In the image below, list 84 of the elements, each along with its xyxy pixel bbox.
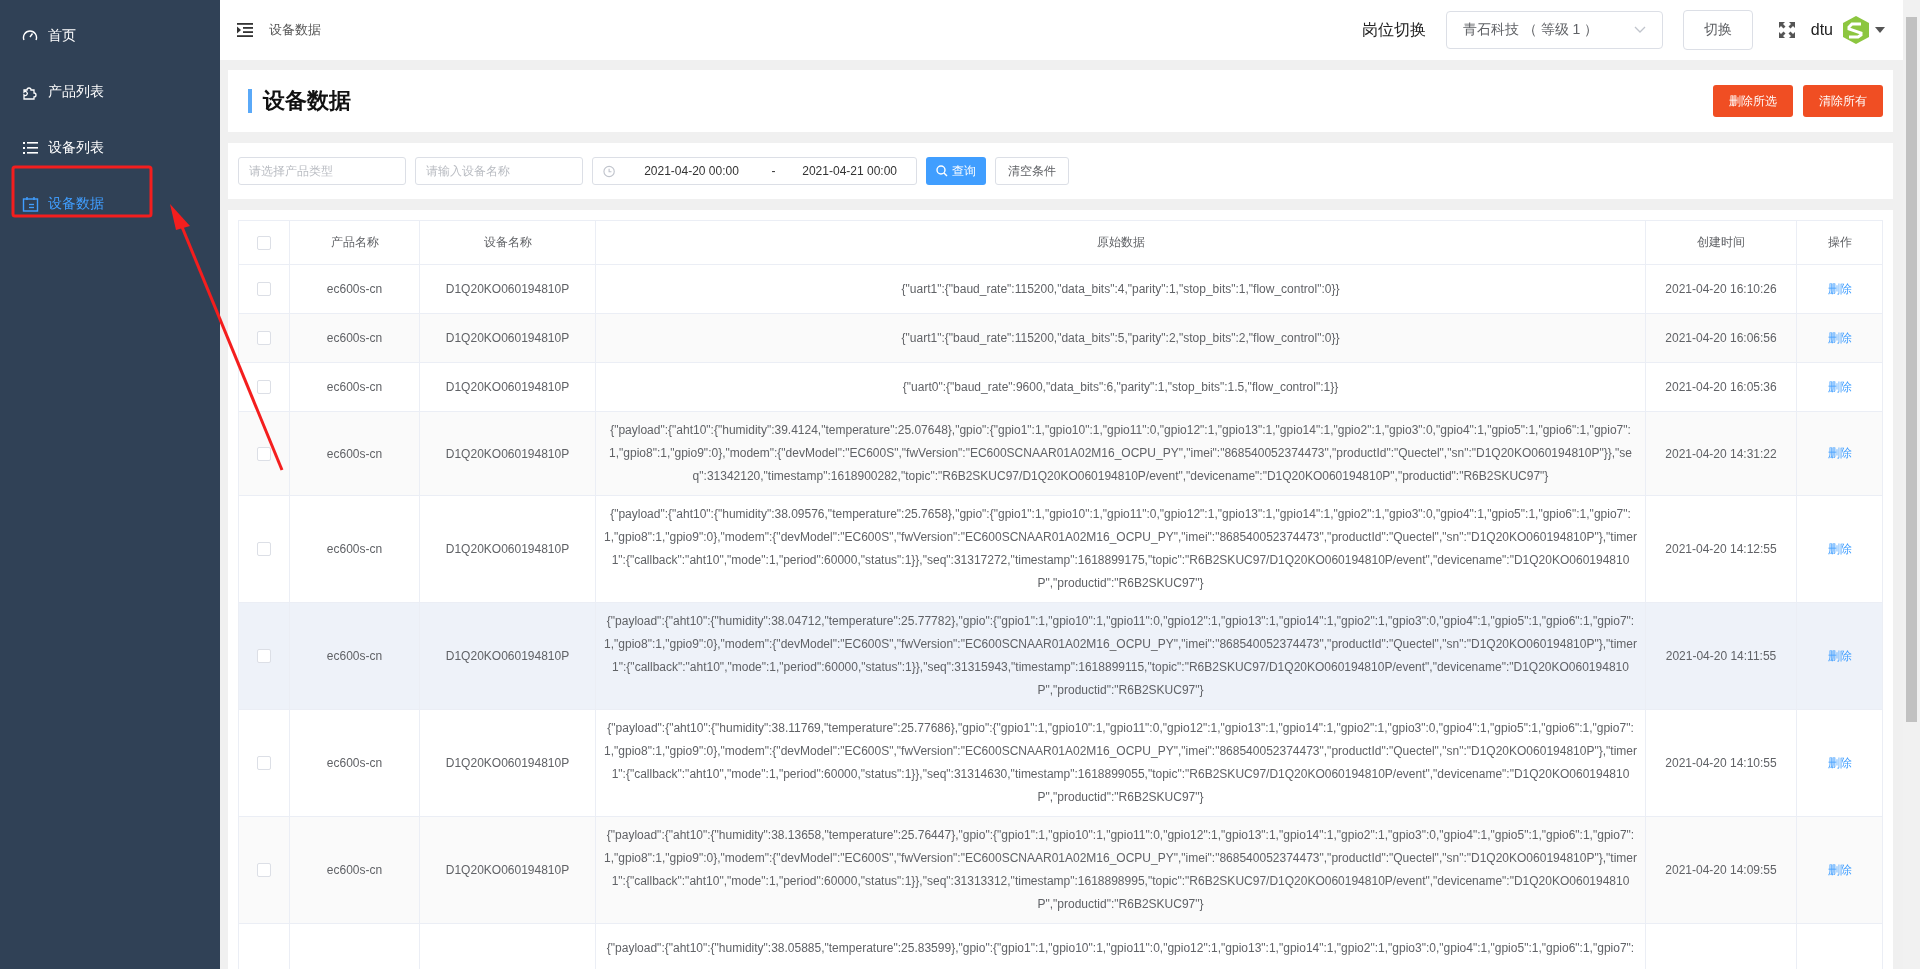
clock-icon: [603, 164, 616, 178]
table-cell: D1Q20KO060194810P: [445, 756, 570, 770]
table-cell: ec600s-cn: [326, 331, 383, 345]
scroll-thumb[interactable]: [1906, 17, 1917, 722]
clear-button[interactable]: 清空条件: [995, 157, 1069, 185]
delete-link[interactable]: 删除: [1827, 379, 1852, 394]
scrollbar[interactable]: [1903, 0, 1920, 969]
table-cell: D1Q20KO060194810P: [445, 380, 570, 394]
menu-fold-icon: [237, 23, 253, 37]
table-cell: 2021-04-20 16:10:26: [1665, 282, 1777, 296]
delete-link[interactable]: 删除: [1827, 755, 1852, 770]
delete-link[interactable]: 删除: [1827, 648, 1852, 663]
table-cell-text: {"uart1":{"baud_rate":115200,"data_bits":4,"parity":1,"stop_bits":1,"flow_control":0}}: [900, 280, 1341, 298]
table-cell: 2021-04-20 14:31:22: [1665, 446, 1777, 461]
role-select[interactable]: 青石科技 （ 等级 1 ）: [1445, 11, 1663, 49]
sidebar-item[interactable]: 设备列表: [0, 120, 220, 176]
table-cell: ec600s-cn: [326, 380, 383, 394]
fullscreen-icon: [1778, 22, 1795, 38]
switch-button[interactable]: 切换: [1682, 10, 1753, 50]
table-cell-text: {"uart0":{"baud_rate":9600,"data_bits":6,"parity":1,"stop_bits":1.5,"flow_control":1}}: [901, 378, 1340, 396]
role-label: 岗位切换: [1361, 19, 1426, 40]
checkbox[interactable]: [257, 649, 271, 664]
search-icon: [936, 165, 948, 177]
table-cell-text: {"payload":{"aht10":{"humidity":38.11769,"temperature":25.77686},"gpio":{"gpio1":1,"gpio10":1,"gpio11":0,"gpio12":1,"gpio13":1,"gpio14":1,"gpio2":1,"gpio3":0,"gpio4":1,"gpio5":1,"gpio6":1,"gpio7":1,"gpio8":1,"gpio9":0},"modem":{"devModel":"EC600S","fwVersion":"EC600SCNAAR01A02M16_OCPU_PY","imei":"868540052374473","productId":"Quectel","sn":"D1Q20KO060194810P"},"timer1":{"callback":"aht10","mode":1,"period":60000,"status":1}},"seq":31314630,"timestamp":1618899055,"topic":"R6B2SKUC97/D1Q20KO060194810P/event","devicename":"D1Q20KO060194810P","productid":"R6B2SKUC97"}: [604, 720, 1637, 806]
checkbox[interactable]: [257, 446, 271, 461]
table-cell: ec600s-cn: [326, 542, 383, 556]
column-header: 设备名称: [419, 220, 596, 265]
delete-link[interactable]: 删除: [1827, 281, 1852, 296]
table-cell: 2021-04-20 16:06:56: [1665, 331, 1777, 345]
caret-down-icon: [1875, 27, 1885, 33]
checkbox[interactable]: [257, 380, 271, 395]
column-header: 创建时间: [1645, 220, 1797, 265]
table-cell-text: {"payload":{"aht10":{"humidity":38.05885,"temperature":25.83599},"gpio":{"gpio1":1,"gpio10":1,"gpio11":0,"gpio12":1,"gpio13":1,"gpio14":1,"gpio2":1,"gpio3":0,"gpio4":1,"gpio5":1,"gpio6":1,"gpio7":: [605, 939, 1636, 957]
delete-link[interactable]: 删除: [1827, 330, 1852, 345]
table-cell: ec600s-cn: [326, 649, 383, 663]
column-header: 原始数据: [595, 220, 1646, 265]
action-button[interactable]: 清除所有: [1803, 85, 1883, 117]
table-cell: 2021-04-20 14:11:55: [1665, 649, 1777, 663]
logo-icon: [1841, 15, 1871, 45]
column-header: 操作: [1796, 220, 1883, 265]
table-cell: 2021-04-20 14:10:55: [1665, 756, 1777, 770]
table-cell: 2021-04-20 14:09:55: [1665, 863, 1777, 877]
list-icon: [22, 140, 39, 156]
table-cell: D1Q20KO060194810P: [445, 446, 570, 461]
checkbox[interactable]: [257, 331, 271, 346]
table-cell: 2021-04-20 14:12:55: [1665, 542, 1777, 556]
search-button[interactable]: 查询: [926, 157, 986, 185]
table-cell: D1Q20KO060194810P: [445, 863, 570, 877]
sidebar-item[interactable]: 设备数据: [0, 176, 220, 232]
username[interactable]: dtu: [1810, 21, 1833, 39]
table-cell: ec600s-cn: [326, 446, 383, 461]
page-title: 设备数据: [248, 89, 351, 113]
device-name-field[interactable]: 请输入设备名称: [415, 157, 583, 185]
table-cell: D1Q20KO060194810P: [445, 331, 570, 345]
table-cell: D1Q20KO060194810P: [445, 649, 570, 663]
product-type-field[interactable]: 请选择产品类型: [238, 157, 406, 185]
checkbox[interactable]: [257, 542, 271, 557]
table-cell: D1Q20KO060194810P: [445, 542, 570, 556]
date-range-field[interactable]: 2021-04-20 00:00 - 2021-04-21 00:00: [592, 157, 917, 185]
chevron-down-icon: [1633, 26, 1646, 34]
table-cell: ec600s-cn: [326, 756, 383, 770]
table-cell-text: {"payload":{"aht10":{"humidity":38.09576,"temperature":25.7658},"gpio":{"gpio1":1,"gpio10":1,"gpio11":0,"gpio12":1,"gpio13":1,"gpio14":1,"gpio2":1,"gpio3":0,"gpio4":1,"gpio5":1,"gpio6":1,"gpio7":1,"gpio8":1,"gpio9":0},"modem":{"devModel":"EC600S","fwVersion":"EC600SCNAAR01A02M16_OCPU_PY","imei":"868540052374473","productId":"Quectel","sn":"D1Q20KO060194810P"},"timer1":{"callback":"aht10","mode":1,"period":60000,"status":1}},"seq":31317272,"timestamp":1618899175,"topic":"R6B2SKUC97/D1Q20KO060194810P/event","devicename":"D1Q20KO060194810P","productid":"R6B2SKUC97"}: [604, 506, 1637, 592]
table-cell: 2021-04-20 16:05:36: [1665, 380, 1777, 394]
table-cell: D1Q20KO060194810P: [445, 282, 570, 296]
table-cell: ec600s-cn: [326, 282, 383, 296]
delete-link[interactable]: 删除: [1827, 446, 1852, 460]
table-cell-text: {"uart1":{"baud_rate":115200,"data_bits":5,"parity":2,"stop_bits":2,"flow_control":0}}: [900, 329, 1341, 347]
checkbox[interactable]: [257, 235, 271, 250]
sidebar-item[interactable]: 首页: [0, 8, 220, 64]
checkbox[interactable]: [257, 282, 271, 297]
checkbox[interactable]: [257, 756, 271, 771]
checkbox[interactable]: [257, 863, 271, 878]
table-cell: ec600s-cn: [326, 863, 383, 877]
delete-link[interactable]: 删除: [1827, 541, 1852, 556]
puzzle-icon: [22, 84, 39, 100]
delete-link[interactable]: 删除: [1827, 862, 1852, 877]
table-cell-text: {"payload":{"aht10":{"humidity":38.04712,"temperature":25.77782},"gpio":{"gpio1":1,"gpio10":1,"gpio11":0,"gpio12":1,"gpio13":1,"gpio14":1,"gpio2":1,"gpio3":0,"gpio4":1,"gpio5":1,"gpio6":1,"gpio7":1,"gpio8":1,"gpio9":0},"modem":{"devModel":"EC600S","fwVersion":"EC600SCNAAR01A02M16_OCPU_PY","imei":"868540052374473","productId":"Quectel","sn":"D1Q20KO060194810P"},"timer1":{"callback":"aht10","mode":1,"period":60000,"status":1}},"seq":31315943,"timestamp":1618899115,"topic":"R6B2SKUC97/D1Q20KO060194810P/event","devicename":"D1Q20KO060194810P","productid":"R6B2SKUC97"}: [604, 613, 1637, 699]
table-cell-text: {"payload":{"aht10":{"humidity":39.4124,"temperature":25.07648},"gpio":{"gpio1":1,"gpio10":1,"gpio11":0,"gpio12":1,"gpio13":1,"gpio14":1,"gpio2":1,"gpio3":0,"gpio4":1,"gpio5":1,"gpio6":1,"gpio7":1,"gpio8":1,"gpio9":0},"modem":{"devModel":"EC600S","fwVersion":"EC600SCNAAR01A02M16_OCPU_PY","imei":"868540052374473","productId":"Quectel","sn":"D1Q20KO060194810P"}},"seq":31342120,"timestamp":1618900282,"topic":"R6B2SKUC97/D1Q20KO060194810P/event","devicename":"D1Q20KO060194810P","productid":"R6B2SKUC97"}: [608, 422, 1633, 485]
column-header: 产品名称: [289, 220, 420, 265]
sidebar-item[interactable]: 产品列表: [0, 64, 220, 120]
table-cell-text: {"payload":{"aht10":{"humidity":38.13658,"temperature":25.76447},"gpio":{"gpio1":1,"gpio10":1,"gpio11":0,"gpio12":1,"gpio13":1,"gpio14":1,"gpio2":1,"gpio3":0,"gpio4":1,"gpio5":1,"gpio6":1,"gpio7":1,"gpio8":1,"gpio9":0},"modem":{"devModel":"EC600S","fwVersion":"EC600SCNAAR01A02M16_OCPU_PY","imei":"868540052374473","productId":"Quectel","sn":"D1Q20KO060194810P"},"timer1":{"callback":"aht10","mode":1,"period":60000,"status":1}},"seq":31313312,"timestamp":1618898995,"topic":"R6B2SKUC97/D1Q20KO060194810P/event","devicename":"D1Q20KO060194810P","productid":"R6B2SKUC97"}: [604, 827, 1637, 913]
action-button[interactable]: 删除所选: [1713, 85, 1793, 117]
breadcrumb[interactable]: 设备数据: [269, 21, 321, 39]
calendar-icon: [22, 196, 39, 212]
